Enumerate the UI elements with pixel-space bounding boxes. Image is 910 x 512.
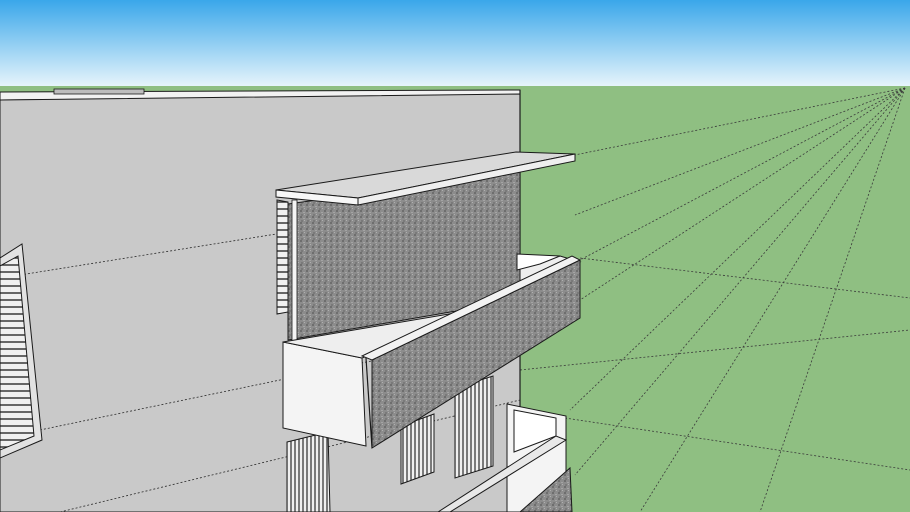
balcony-side-shutter [276, 199, 289, 315]
balcony-box-front [282, 341, 367, 447]
roof-parapet [53, 88, 145, 95]
sky [0, 0, 910, 86]
lower-window-left [286, 431, 331, 512]
sketchup-3d-viewport[interactable] [0, 0, 910, 512]
